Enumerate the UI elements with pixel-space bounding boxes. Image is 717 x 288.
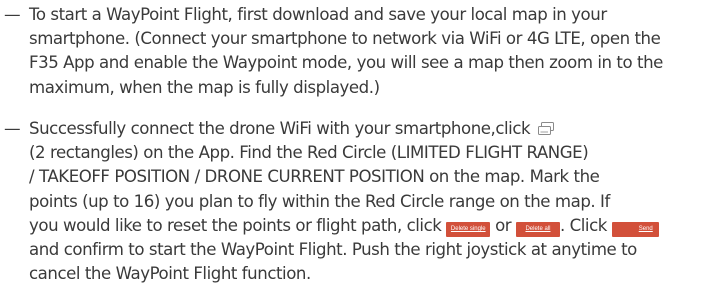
text-line: points (up to 16) you plan to fly within…	[29, 191, 610, 211]
two-rectangles-icon	[535, 121, 557, 137]
bullet-dash: —	[4, 119, 21, 138]
text-segment: Successfully connect the drone WiFi with…	[29, 119, 531, 138]
text-line: (2 rectangles) on the App. Find the Red …	[29, 143, 589, 163]
delete-single-button: Delete single	[446, 221, 491, 237]
text-line: Successfully connect the drone WiFi with…	[29, 117, 557, 141]
text-segment: or	[495, 215, 512, 235]
text-line: smartphone. (Connect your smartphone to …	[29, 29, 661, 49]
text-line: and confirm to start the WayPoint Flight…	[29, 240, 637, 259]
text-line: F35 App and enable the Waypoint mode, yo…	[29, 53, 663, 73]
instruction-document: — To start a WayPoint Flight, first down…	[0, 0, 717, 288]
text-segment: you would like to reset the points or fl…	[29, 215, 442, 235]
bullet-dash: —	[4, 5, 21, 24]
delete-all-button: Delete all	[515, 221, 560, 237]
text-line: you would like to reset the points or fl…	[29, 214, 659, 238]
text-line: cancel the WayPoint Flight function.	[29, 264, 311, 284]
text-line: To start a WayPoint Flight, first downlo…	[29, 5, 607, 24]
text-line: / TAKEOFF POSITION / DRONE CURRENT POSIT…	[29, 167, 600, 187]
text-line: maximum, when the map is fully displayed…	[29, 77, 380, 97]
text-segment: . Click	[559, 215, 607, 235]
send-button: Send	[611, 221, 659, 237]
